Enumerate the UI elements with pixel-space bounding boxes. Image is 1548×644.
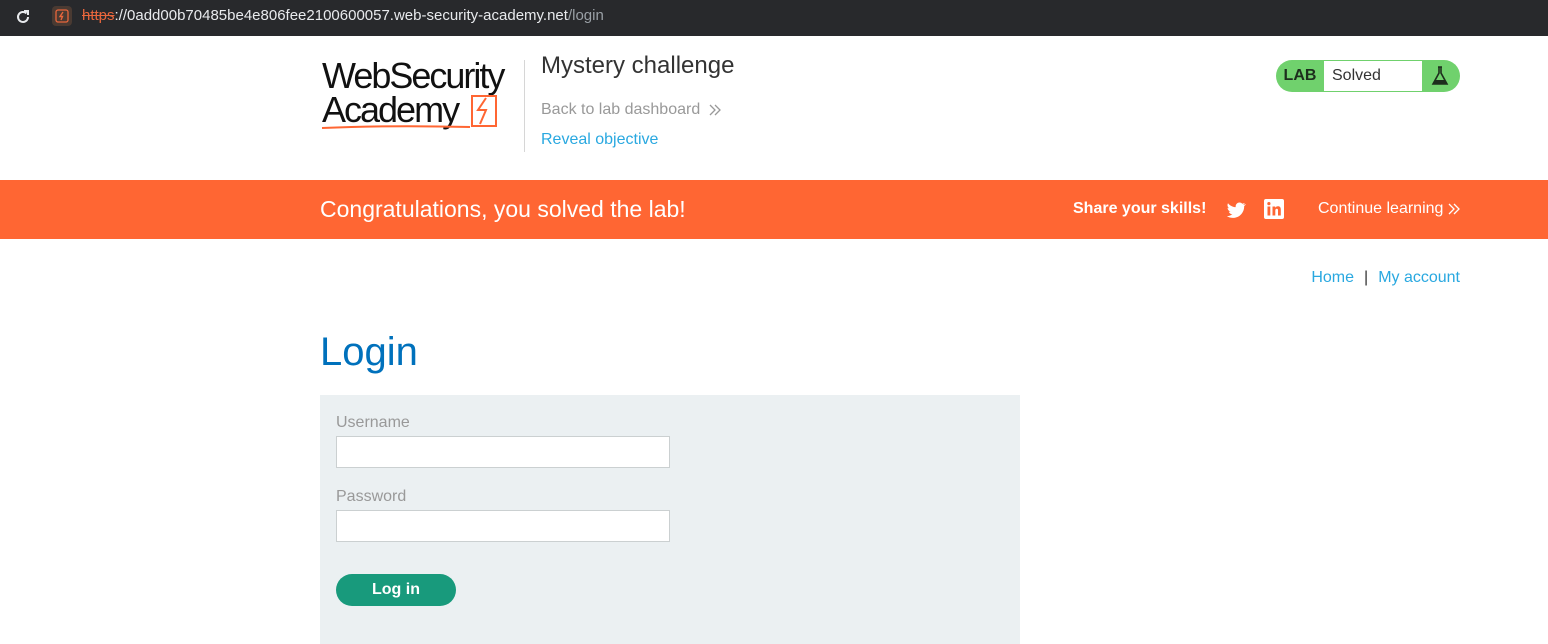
flask-icon [1431,66,1449,85]
double-chevron-right-icon [709,104,722,116]
username-label: Username [336,414,410,431]
lab-title: Mystery challenge [541,52,735,79]
my-account-link[interactable]: My account [1378,269,1460,287]
url-scheme: https [82,7,115,24]
url-path: /login [567,7,604,24]
reload-icon [17,10,29,23]
solved-banner: Congratulations, you solved the lab! Sha… [0,180,1548,239]
share-skills-label: Share your skills! [1073,200,1207,217]
username-input[interactable] [336,436,670,468]
congrats-message: Congratulations, you solved the lab! [320,196,686,222]
home-link[interactable]: Home [1311,269,1354,287]
twitter-icon [1226,202,1247,218]
url-field[interactable]: https://0add00b70485be4e806fee2100600057… [82,7,604,24]
linkedin-icon [1264,199,1284,219]
reveal-objective-link[interactable]: Reveal objective [541,131,658,149]
top-nav: Home | My account [1311,269,1460,287]
login-button[interactable]: Log in [336,574,456,606]
lab-badge-status: Solved [1324,61,1422,91]
linkedin-share-button[interactable] [1264,199,1284,219]
reload-button[interactable] [12,6,34,28]
continue-learning-link[interactable]: Continue learning [1318,200,1461,218]
logo-lightning-icon [471,95,497,127]
nav-separator: | [1364,269,1369,286]
site-info-button[interactable] [52,6,72,26]
password-label: Password [336,488,407,505]
logo-text-line2: Academy [322,89,460,130]
login-form: Username Password Log in [320,395,1020,644]
twitter-share-button[interactable] [1225,199,1247,221]
back-link-label: Back to lab dashboard [541,101,701,118]
page-title: Login [320,330,418,374]
lab-badge-label: LAB [1283,67,1317,84]
lab-status-badge: LAB Solved [1276,60,1460,92]
continue-learning-label: Continue learning [1318,200,1444,217]
site-lightning-icon [55,9,69,23]
password-input[interactable] [336,510,670,542]
header-divider [524,60,525,152]
browser-address-bar: https://0add00b70485be4e806fee2100600057… [0,0,1548,36]
double-chevron-right-icon [1448,203,1461,215]
back-to-dashboard-link[interactable]: Back to lab dashboard [541,101,722,119]
lab-badge-flask [1428,64,1452,88]
web-security-academy-logo[interactable]: WebSecurity Academy [320,54,524,134]
url-host: ://0add00b70485be4e806fee2100600057.web-… [114,7,568,24]
